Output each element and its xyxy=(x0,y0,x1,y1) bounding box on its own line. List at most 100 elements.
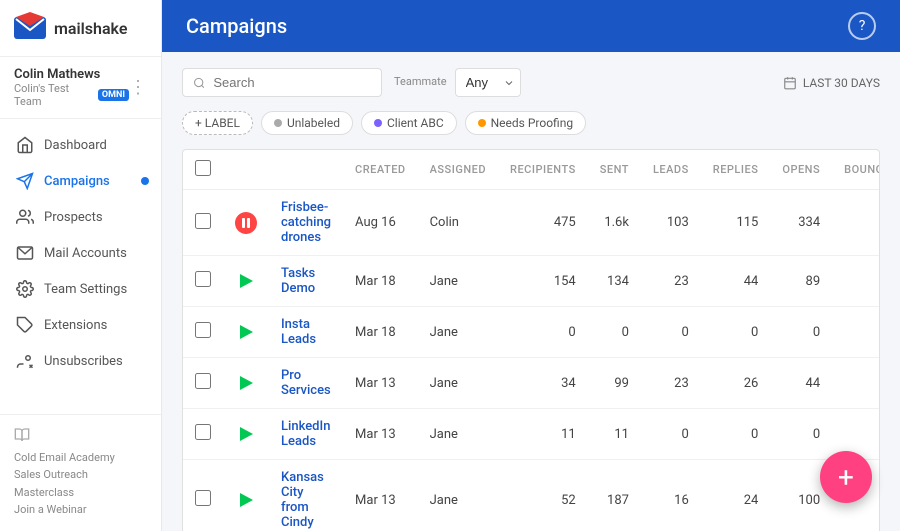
campaign-recipients: 0 xyxy=(498,307,588,358)
main-content: Campaigns ? Teammate Any Colin Jane xyxy=(162,0,900,531)
mail-icon xyxy=(16,244,34,262)
user-x-icon xyxy=(16,352,34,370)
row-checkbox-5[interactable] xyxy=(195,490,211,506)
campaign-created: Mar 13 xyxy=(343,358,418,409)
campaign-link[interactable]: Insta Leads xyxy=(281,317,316,347)
campaign-status[interactable] xyxy=(223,409,269,460)
row-checkbox-3[interactable] xyxy=(195,373,211,389)
row-checkbox-2[interactable] xyxy=(195,322,211,338)
campaign-status[interactable] xyxy=(223,190,269,256)
table-row: Tasks DemoMar 18Jane15413423448910 xyxy=(183,256,880,307)
sidebar-item-unsubscribes[interactable]: Unsubscribes xyxy=(0,343,161,379)
campaign-replies: 26 xyxy=(701,358,771,409)
select-all-checkbox[interactable] xyxy=(195,160,211,176)
footer-link-cold-email[interactable]: Cold Email Academy xyxy=(14,449,147,467)
row-checkbox-1[interactable] xyxy=(195,271,211,287)
sidebar-item-label-team-settings: Team Settings xyxy=(44,282,127,297)
campaign-link[interactable]: Pro Services xyxy=(281,368,331,398)
footer-link-join-webinar[interactable]: Join a Webinar xyxy=(14,501,147,519)
search-box[interactable] xyxy=(182,68,382,97)
campaign-opens: 44 xyxy=(770,358,832,409)
campaign-status[interactable] xyxy=(223,358,269,409)
campaign-status[interactable] xyxy=(223,256,269,307)
add-label-button[interactable]: + LABEL xyxy=(182,111,253,135)
omni-badge: OMNI xyxy=(98,89,129,101)
date-range[interactable]: LAST 30 DAYS xyxy=(783,76,880,90)
help-button[interactable]: ? xyxy=(848,12,876,40)
row-checkbox-0[interactable] xyxy=(195,213,211,229)
house-icon xyxy=(16,136,34,154)
play-icon[interactable] xyxy=(235,321,257,343)
sidebar-header: mailshake xyxy=(0,0,161,57)
campaign-replies: 0 xyxy=(701,307,771,358)
play-icon[interactable] xyxy=(235,423,257,445)
sidebar-item-label-extensions: Extensions xyxy=(44,318,107,333)
campaign-sent: 1.6k xyxy=(588,190,641,256)
sidebar-item-team-settings[interactable]: Team Settings xyxy=(0,271,161,307)
sidebar-item-dashboard[interactable]: Dashboard xyxy=(0,127,161,163)
label-unlabeled[interactable]: Unlabeled xyxy=(261,111,353,135)
campaign-replies: 115 xyxy=(701,190,771,256)
campaign-replies: 24 xyxy=(701,460,771,531)
people-icon xyxy=(16,208,34,226)
content-area: Teammate Any Colin Jane LAST 30 DAYS + L… xyxy=(162,52,900,531)
footer-link-sales-outreach[interactable]: Sales Outreach Masterclass xyxy=(14,466,147,501)
sidebar-item-prospects[interactable]: Prospects xyxy=(0,199,161,235)
campaign-created: Mar 18 xyxy=(343,307,418,358)
campaign-recipients: 154 xyxy=(498,256,588,307)
col-bounces: BOUNCES xyxy=(832,150,880,190)
table-row: Frisbee-catching dronesAug 16Colin4751.6… xyxy=(183,190,880,256)
topbar: Campaigns ? xyxy=(162,0,900,52)
col-created: CREATED xyxy=(343,150,418,190)
campaign-assigned: Jane xyxy=(418,307,498,358)
campaign-status[interactable] xyxy=(223,460,269,531)
campaign-link[interactable]: Tasks Demo xyxy=(281,266,315,296)
campaign-status[interactable] xyxy=(223,307,269,358)
search-input[interactable] xyxy=(213,75,371,90)
label-client-abc[interactable]: Client ABC xyxy=(361,111,457,135)
campaign-link[interactable]: Frisbee-catching drones xyxy=(281,200,331,245)
user-info: Colin Mathews Colin's Test Team OMNI xyxy=(14,67,129,108)
campaign-leads: 16 xyxy=(641,460,701,531)
pause-icon[interactable] xyxy=(235,212,257,234)
create-campaign-fab[interactable]: + xyxy=(820,451,872,503)
campaign-link[interactable]: LinkedIn Leads xyxy=(281,419,330,449)
send-icon xyxy=(16,172,34,190)
logo-text: mailshake xyxy=(54,19,127,38)
toolbar: Teammate Any Colin Jane LAST 30 DAYS xyxy=(182,68,880,97)
more-options-icon[interactable]: ⋮ xyxy=(129,77,147,98)
col-sent: SENT xyxy=(588,150,641,190)
campaign-opens: 0 xyxy=(770,307,832,358)
teammate-select[interactable]: Any Colin Jane xyxy=(455,68,521,97)
teammate-label: Teammate xyxy=(394,75,447,88)
label-needs-proofing[interactable]: Needs Proofing xyxy=(465,111,586,135)
play-icon[interactable] xyxy=(235,372,257,394)
date-range-label: LAST 30 DAYS xyxy=(803,76,880,90)
campaign-created: Mar 13 xyxy=(343,460,418,531)
campaign-assigned: Jane xyxy=(418,460,498,531)
campaign-name[interactable]: Insta Leads xyxy=(269,307,343,358)
campaign-created: Mar 18 xyxy=(343,256,418,307)
campaign-name[interactable]: Kansas City from Cindy xyxy=(269,460,343,531)
campaign-name[interactable]: LinkedIn Leads xyxy=(269,409,343,460)
needs-proofing-dot xyxy=(478,119,486,127)
sidebar-item-mail-accounts[interactable]: Mail Accounts xyxy=(0,235,161,271)
campaign-link[interactable]: Kansas City from Cindy xyxy=(281,470,324,530)
campaign-bounces: 0 xyxy=(832,307,880,358)
campaign-name[interactable]: Pro Services xyxy=(269,358,343,409)
campaign-leads: 0 xyxy=(641,307,701,358)
campaign-name[interactable]: Tasks Demo xyxy=(269,256,343,307)
academy-icon xyxy=(14,427,32,445)
campaign-name[interactable]: Frisbee-catching drones xyxy=(269,190,343,256)
sidebar-item-extensions[interactable]: Extensions xyxy=(0,307,161,343)
table-row: Pro ServicesMar 13Jane34992326444 xyxy=(183,358,880,409)
campaign-recipients: 11 xyxy=(498,409,588,460)
play-icon[interactable] xyxy=(235,270,257,292)
campaign-opens: 89 xyxy=(770,256,832,307)
sidebar-item-campaigns[interactable]: Campaigns xyxy=(0,163,161,199)
row-checkbox-4[interactable] xyxy=(195,424,211,440)
search-icon xyxy=(193,76,205,90)
campaign-assigned: Jane xyxy=(418,409,498,460)
nav-menu: Dashboard Campaigns Prospects Mail Accou… xyxy=(0,119,161,414)
play-icon[interactable] xyxy=(235,489,257,511)
